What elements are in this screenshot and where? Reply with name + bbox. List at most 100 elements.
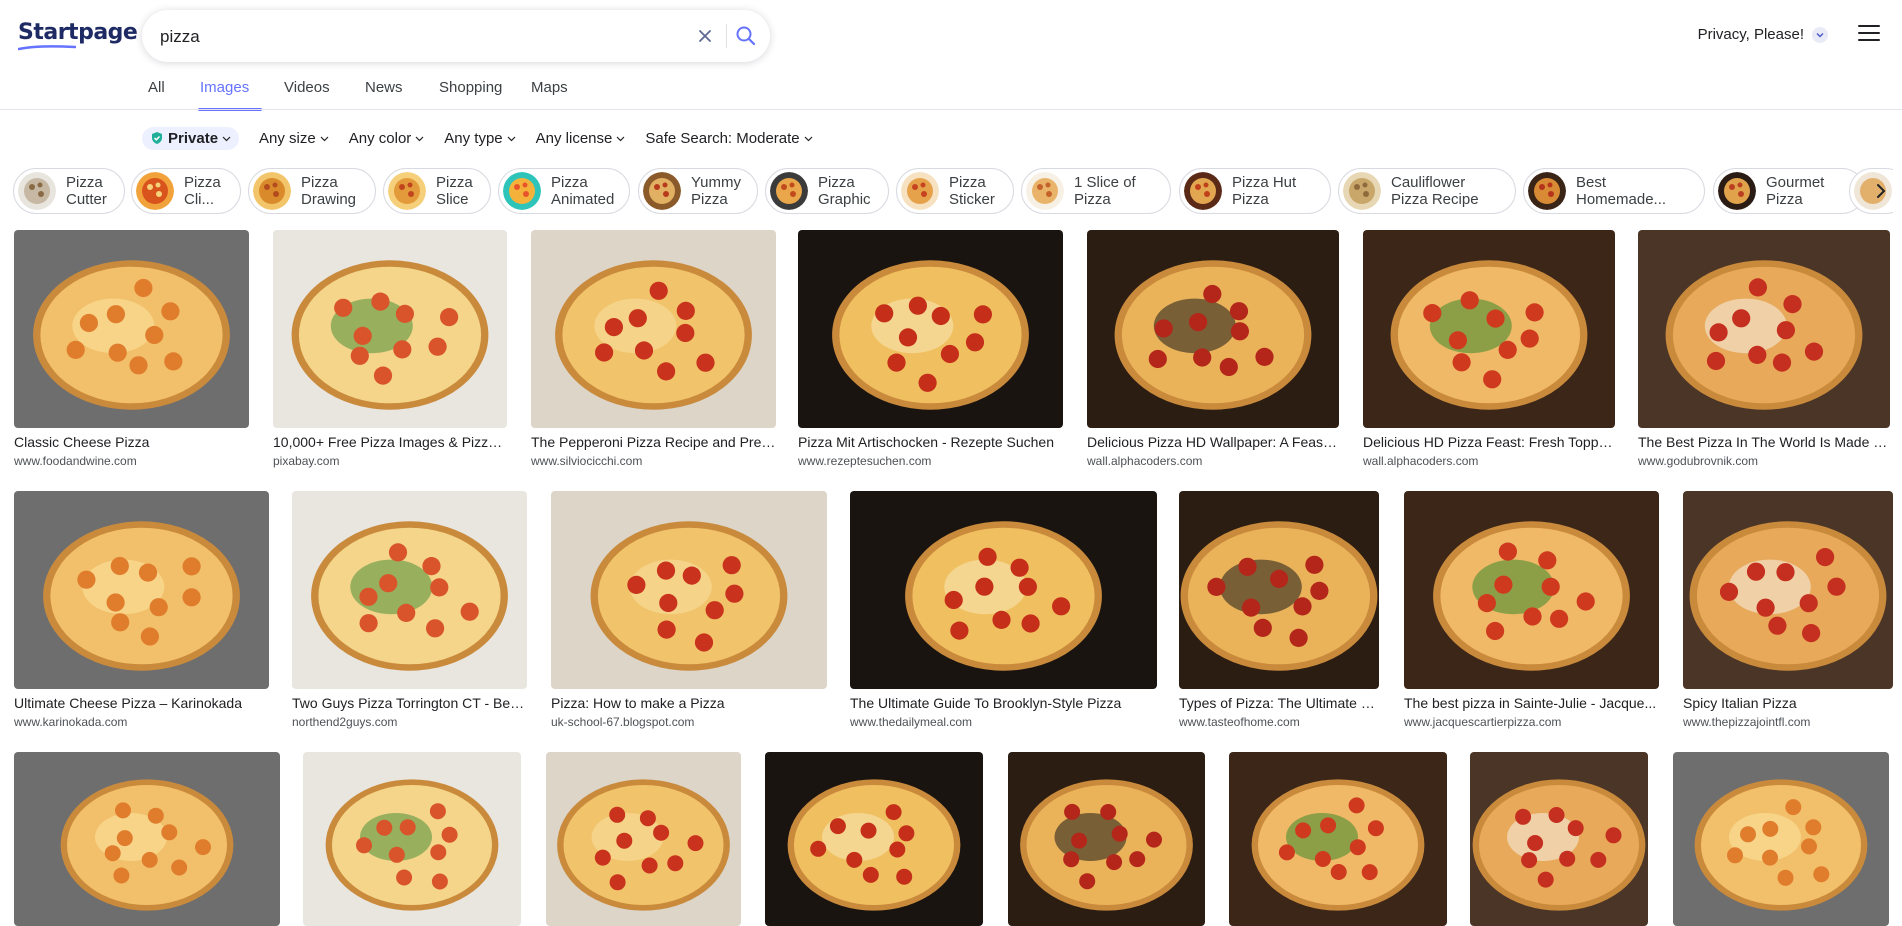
related-search-label: Pizza Cli... [184,174,221,208]
chevron-down-icon [1812,26,1828,43]
suggestion-thumbnail-icon [1528,172,1566,210]
image-result-source: www.tasteofhome.com [1179,715,1300,729]
license-filter-label: Any license [535,129,613,147]
image-result-source: uk-school-67.blogspot.com [551,715,695,729]
pizza-image[interactable] [303,752,521,926]
image-result-title[interactable]: Types of Pizza: The Ultimate G... [1179,695,1379,711]
image-result-title[interactable]: Pizza Mit Artischocken - Rezepte Suchen [798,434,1063,450]
cheese-pizza-image[interactable] [1008,752,1205,926]
related-search-chip[interactable]: Yummy Pizza [638,168,758,214]
chevron-down-icon [507,136,516,141]
filter-bar: Private Any size Any color Any type Any … [142,126,833,150]
image-result-title[interactable]: Delicious HD Pizza Feast: Fresh Toppin..… [1363,434,1615,450]
image-result-source: pixabay.com [273,454,340,468]
suggestion-thumbnail-icon [901,172,939,210]
image-result-title[interactable]: Pizza: How to make a Pizza [551,695,827,711]
search-divider [726,24,727,48]
image-result-title[interactable]: Two Guys Pizza Torrington CT - Bes... [292,695,527,711]
pizza-slice-image[interactable] [273,230,507,428]
topping-pizza-image[interactable] [1363,230,1615,428]
pepperoni-pizza-image[interactable] [1673,752,1889,926]
chevron-down-icon [415,136,424,141]
image-result-title[interactable]: The Best Pizza In The World Is Made In..… [1638,434,1890,450]
related-search-label: Pizza Sticker [949,174,995,208]
hamburger-menu-icon[interactable] [1858,24,1880,42]
image-result-title[interactable]: 10,000+ Free Pizza Images & Pizza ... [273,434,507,450]
cheese-pull-image[interactable] [1404,491,1659,689]
related-search-label: Yummy Pizza [691,174,742,208]
privacy-label: Privacy, Please! [1697,26,1804,43]
related-search-chip[interactable]: Gourmet Pizza [1713,168,1865,214]
related-search-chip[interactable]: Pizza Hut Pizza [1179,168,1331,214]
image-result-source: www.silviocicchi.com [531,454,643,468]
related-search-chip[interactable]: Pizza Cli... [131,168,241,214]
spicy-pizza-image[interactable] [1683,491,1893,689]
private-label: Private [168,129,219,147]
pizza-box-image[interactable] [1470,752,1648,926]
image-result-title[interactable]: Ultimate Cheese Pizza – Karinokada [14,695,269,711]
related-search-chip[interactable]: Cauliflower Pizza Recipe [1338,168,1516,214]
pepperoni-pizza-image[interactable] [546,752,741,926]
brooklyn-pizza-image[interactable] [850,491,1157,689]
startpage-logo[interactable]: Startpage [18,20,138,45]
size-filter[interactable]: Any size [259,130,329,147]
related-search-chip[interactable]: Pizza Slice [383,168,491,214]
margherita-pizza-image[interactable] [14,752,280,926]
safe-search-filter[interactable]: Safe Search: Moderate [645,130,813,147]
sliced-pizza-image[interactable] [1179,491,1379,689]
suggestion-thumbnail-icon [1184,172,1222,210]
pizza-slices-image[interactable] [1638,230,1890,428]
chevron-right-icon[interactable] [1870,180,1892,202]
suggestion-thumbnail-icon [770,172,808,210]
suggestion-thumbnail-icon [503,172,541,210]
type-filter[interactable]: Any type [444,130,516,147]
tab-news[interactable]: News [365,79,403,96]
chevron-down-icon [616,136,625,141]
image-result-title[interactable]: The best pizza in Sainte-Julie - Jacque.… [1404,695,1659,711]
cheese-pizza-image[interactable] [14,491,269,689]
related-search-chip[interactable]: Pizza Sticker [896,168,1014,214]
search-icon[interactable] [734,24,758,48]
related-search-chip[interactable]: Pizza Drawing [248,168,376,214]
tab-shopping[interactable]: Shopping [439,79,502,96]
shield-check-icon [152,132,162,144]
suggestion-thumbnail-icon [1026,172,1064,210]
image-result-title[interactable]: Delicious Pizza HD Wallpaper: A Feast f.… [1087,434,1339,450]
topping-pizza-image[interactable] [1229,752,1447,926]
private-filter[interactable]: Private [142,126,240,150]
color-filter-label: Any color [348,129,412,147]
image-result-title[interactable]: The Ultimate Guide To Brooklyn-Style Piz… [850,695,1157,711]
image-result-title[interactable]: The Pepperoni Pizza Recipe and Prep... [531,434,776,450]
related-search-chip[interactable]: Best Homemade... [1523,168,1705,214]
suggestion-thumbnail-icon [136,172,174,210]
related-search-chip[interactable]: Pizza Cutter [13,168,125,214]
image-result-title[interactable]: Classic Cheese Pizza [14,434,249,450]
image-result-source: www.karinokada.com [14,715,128,729]
color-filter[interactable]: Any color [349,130,425,147]
image-result-source: www.godubrovnik.com [1638,454,1759,468]
size-filter-label: Any size [259,129,316,147]
pepperoni-pizza-image[interactable] [551,491,827,689]
basil-pizza-image[interactable] [765,752,983,926]
cheese-pull-image[interactable] [292,491,527,689]
tabs-divider [0,109,1902,110]
search-input[interactable] [158,23,682,51]
pepperoni-pizza-image[interactable] [531,230,776,428]
tab-all[interactable]: All [148,79,165,96]
license-filter[interactable]: Any license [536,130,626,147]
related-search-chip[interactable]: Pizza Graphic [765,168,889,214]
pizza-slice-image[interactable] [798,230,1063,428]
image-result-title[interactable]: Spicy Italian Pizza [1683,695,1893,711]
tab-images[interactable]: Images [200,79,249,96]
privacy-please-menu[interactable]: Privacy, Please! [1698,26,1828,43]
image-result-source: www.thedailymeal.com [850,715,973,729]
tab-videos[interactable]: Videos [284,79,330,96]
clear-icon[interactable] [694,25,716,47]
cheese-pizza-image[interactable] [14,230,249,428]
image-result-source: www.thepizzajointfl.com [1683,715,1811,729]
olive-pizza-image[interactable] [1087,230,1339,428]
related-search-chip[interactable]: 1 Slice of Pizza [1021,168,1171,214]
related-search-chip[interactable]: Pizza Animated [498,168,630,214]
tab-maps[interactable]: Maps [531,79,568,96]
image-result-source: www.rezeptesuchen.com [798,454,932,468]
